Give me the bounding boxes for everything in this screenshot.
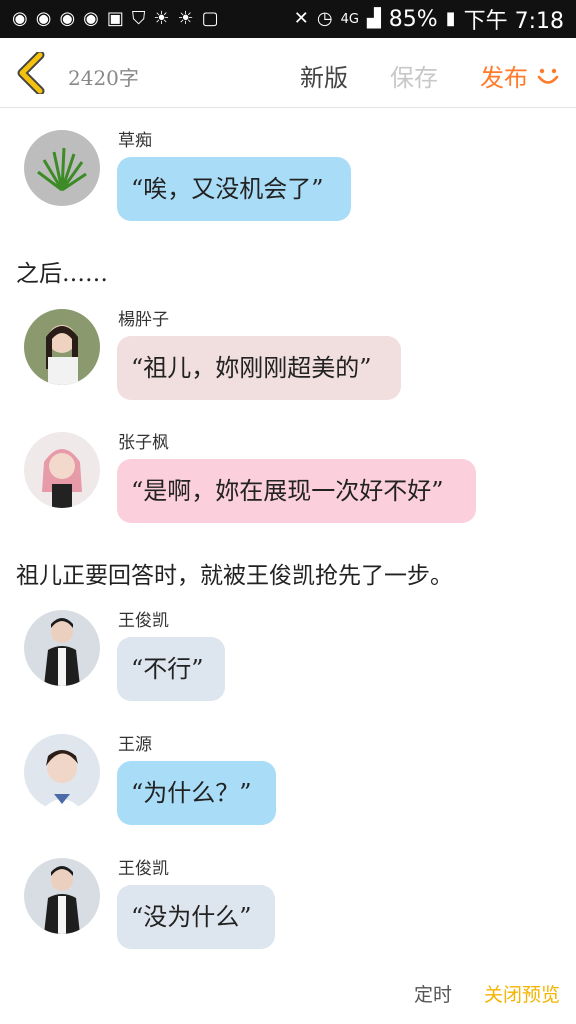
avatar-girl [24,309,100,385]
smiley-icon[interactable] [534,62,562,90]
network-type: 4G [340,11,359,27]
sender-name: 草痴 [118,131,152,151]
avatar-boy [24,858,100,934]
message-bubble: “没为什么” [117,885,275,949]
battery-icon: ▮ [445,8,456,29]
save-button[interactable]: 保存 [390,58,438,93]
avatar-boy-smiling [24,734,100,810]
signal-icon: ▟ [366,8,381,29]
message-bubble: “是啊，妳在展现一次好不好” [117,459,476,523]
sender-name: 王俊凯 [118,859,169,879]
sender-name: 楊肸子 [118,310,169,330]
message-bubble: “不行” [117,637,225,701]
weibo-icon: ◉ [59,8,76,29]
bag-icon: ▢ [201,8,219,29]
timer-button[interactable]: 定时 [414,980,452,1007]
new-version-button[interactable]: 新版 [300,58,348,93]
shield-icon: ⛉ [131,8,146,29]
narration-text: 祖儿正要回答时，就被王俊凯抢先了一步。 [16,563,453,589]
back-arrow-icon[interactable] [14,52,48,94]
status-bar: ◉ ◉ ◉ ◉ ▣ ⛉ ☀ ☀ ▢ ✕ ◷ 4G ▟ 85% ▮ 下午 7:18 [0,0,576,38]
clock: 下午 7:18 [463,9,564,34]
weibo-icon: ◉ [83,8,99,29]
sender-name: 张子枫 [118,433,169,453]
battery-percent: 85% [388,6,438,32]
close-preview-button[interactable]: 关闭预览 [484,980,560,1007]
notification-icons: ◉ ◉ ◉ ◉ ▣ ⛉ ☀ ☀ ▢ [12,10,219,28]
weibo-icon: ◉ [35,8,52,29]
avatar-boy [24,610,100,686]
message-bubble: “祖儿，妳刚刚超美的” [117,336,401,400]
narration-text: 之后…… [16,261,108,287]
message-bubble: “为什么？” [117,761,276,825]
avatar-girl-pink-hair [24,432,100,508]
message-bubble: “唉，又没机会了” [117,157,351,221]
editor-toolbar: 2420字 新版 保存 发布 [0,38,576,108]
avatar-grass [24,130,100,206]
lightbulb-icon: ☀ [177,8,194,29]
weibo-icon: ◉ [12,8,28,29]
word-count: 2420字 [68,66,139,90]
lightbulb-icon: ☀ [153,8,170,29]
sender-name: 王源 [118,735,152,755]
alarm-icon: ◷ [316,8,333,29]
publish-button[interactable]: 发布 [480,58,528,93]
image-icon: ▣ [106,8,124,29]
mute-icon: ✕ [293,8,309,29]
sender-name: 王俊凯 [118,611,169,631]
system-icons: ✕ ◷ 4G ▟ 85% ▮ 下午 7:18 [294,3,564,35]
